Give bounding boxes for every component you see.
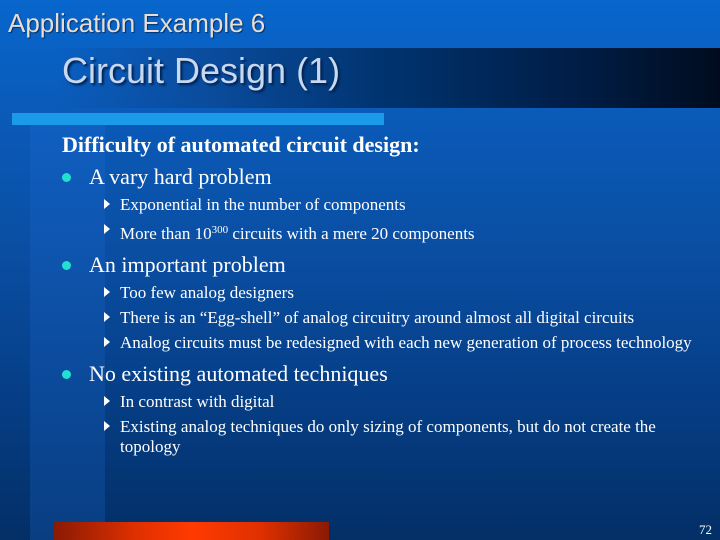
sub-bullet-item: Analog circuits must be redesigned with … — [62, 333, 702, 353]
section-heading: Difficulty of automated circuit design: — [62, 132, 420, 157]
bullet-item: A vary hard problem — [62, 164, 702, 190]
sub-bullet-item: There is an “Egg-shell” of analog circui… — [62, 308, 702, 328]
right-triangle-icon — [104, 224, 110, 234]
bullet-text: A vary hard problem — [89, 164, 272, 189]
sub-bullet-item: Existing analog techniques do only sizin… — [62, 417, 702, 457]
sub-bullet-item: More than 10300 circuits with a mere 20 … — [62, 220, 702, 244]
sub-bullet-text-post: circuits with a mere 20 components — [228, 224, 475, 243]
sub-bullet-text: There is an “Egg-shell” of analog circui… — [120, 308, 635, 327]
page-number: 72 — [699, 522, 712, 537]
bullet-group: A vary hard problem Exponential in the n… — [62, 164, 702, 244]
app-title: Application Example 6 — [8, 8, 266, 38]
bullet-group: An important problem Too few analog desi… — [62, 252, 702, 353]
sub-bullet-text: Too few analog designers — [120, 283, 294, 302]
right-triangle-icon — [104, 337, 110, 347]
sub-bullet-text: Existing analog techniques do only sizin… — [120, 417, 656, 456]
slide-content: Difficulty of automated circuit design: … — [62, 132, 702, 465]
cyan-dot-icon — [62, 261, 71, 270]
cyan-dot-icon — [62, 370, 71, 379]
right-triangle-icon — [104, 199, 110, 209]
bullet-group: No existing automated techniques In cont… — [62, 361, 702, 457]
right-triangle-icon — [104, 312, 110, 322]
right-triangle-icon — [104, 421, 110, 431]
sub-bullet-item: Exponential in the number of components — [62, 195, 702, 215]
title-underline — [12, 113, 384, 125]
sub-bullet-text: Analog circuits must be redesigned with … — [120, 333, 692, 352]
sub-bullet-text: Exponential in the number of components — [120, 195, 406, 214]
sub-bullet-text-pre: More than 10 — [120, 224, 212, 243]
bullet-text: An important problem — [89, 252, 286, 277]
bullet-text: No existing automated techniques — [89, 361, 388, 386]
sub-bullet-text: In contrast with digital — [120, 392, 275, 411]
exponent: 300 — [211, 224, 229, 236]
right-triangle-icon — [104, 287, 110, 297]
slide-title: Circuit Design (1) — [62, 50, 341, 91]
bullet-item: An important problem — [62, 252, 702, 278]
sub-bullet-item: Too few analog designers — [62, 283, 702, 303]
sub-bullet-item: In contrast with digital — [62, 392, 702, 412]
cyan-dot-icon — [62, 173, 71, 182]
bullet-item: No existing automated techniques — [62, 361, 702, 387]
footer-accent-bar — [54, 522, 329, 540]
right-triangle-icon — [104, 396, 110, 406]
